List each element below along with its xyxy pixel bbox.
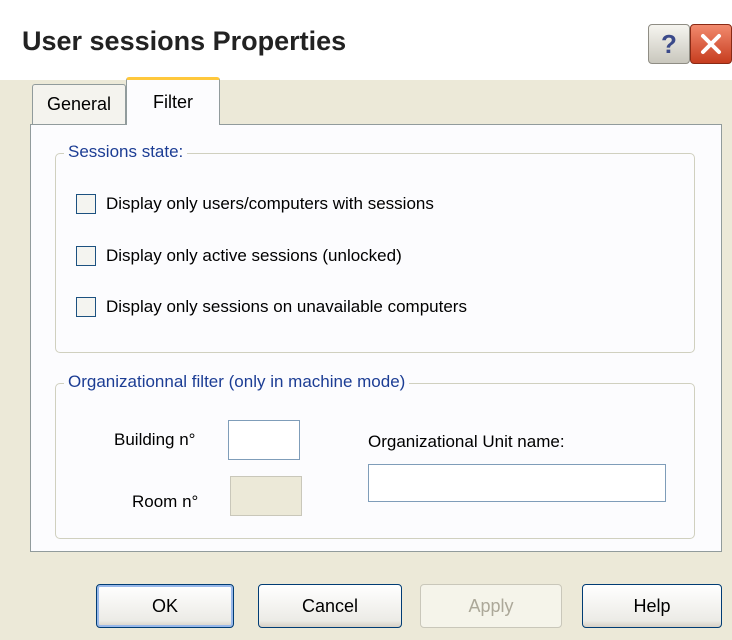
window-title: User sessions Properties <box>22 26 347 56</box>
tab-general[interactable]: General <box>32 84 126 124</box>
help-icon: ? <box>661 28 677 59</box>
tab-filter[interactable]: Filter <box>126 77 220 125</box>
tab-general-label: General <box>46 94 112 114</box>
sessions-state-legend: Sessions state: <box>64 142 188 162</box>
checkbox-label: Display only sessions on unavailable com… <box>106 297 467 316</box>
close-icon <box>701 34 721 54</box>
checkbox-label: Display only active sessions (unlocked) <box>106 246 402 265</box>
building-label: Building n° <box>114 430 196 449</box>
room-input[interactable] <box>230 476 302 516</box>
tab-filter-label: Filter <box>153 92 193 112</box>
checkbox-active-sessions[interactable]: Display only active sessions (unlocked) <box>76 246 402 266</box>
building-input[interactable] <box>228 420 300 460</box>
ou-label: Organizational Unit name: <box>368 432 565 451</box>
checkbox-box[interactable] <box>76 246 96 266</box>
room-label: Room n° <box>132 492 199 511</box>
checkbox-unavailable-computers[interactable]: Display only sessions on unavailable com… <box>76 297 467 317</box>
filter-tab-panel: Sessions state: Display only users/compu… <box>30 124 722 552</box>
organizational-filter-group: Organizationnal filter (only in machine … <box>55 372 695 539</box>
checkbox-box[interactable] <box>76 194 96 214</box>
close-title-button[interactable] <box>690 24 732 64</box>
properties-dialog: User sessions Properties ? General Filte… <box>0 0 732 640</box>
apply-button[interactable]: Apply <box>420 584 562 628</box>
checkbox-users-with-sessions[interactable]: Display only users/computers with sessio… <box>76 194 434 214</box>
title-bar: User sessions Properties ? <box>0 0 732 80</box>
help-title-button[interactable]: ? <box>648 24 690 64</box>
help-button[interactable]: Help <box>582 584 722 628</box>
ou-name-input[interactable] <box>368 464 666 502</box>
organizational-filter-legend: Organizationnal filter (only in machine … <box>64 372 410 392</box>
ok-button[interactable]: OK <box>96 584 234 628</box>
checkbox-label: Display only users/computers with sessio… <box>106 194 434 213</box>
cancel-button[interactable]: Cancel <box>258 584 402 628</box>
sessions-state-group: Sessions state: Display only users/compu… <box>55 142 695 353</box>
checkbox-box[interactable] <box>76 297 96 317</box>
